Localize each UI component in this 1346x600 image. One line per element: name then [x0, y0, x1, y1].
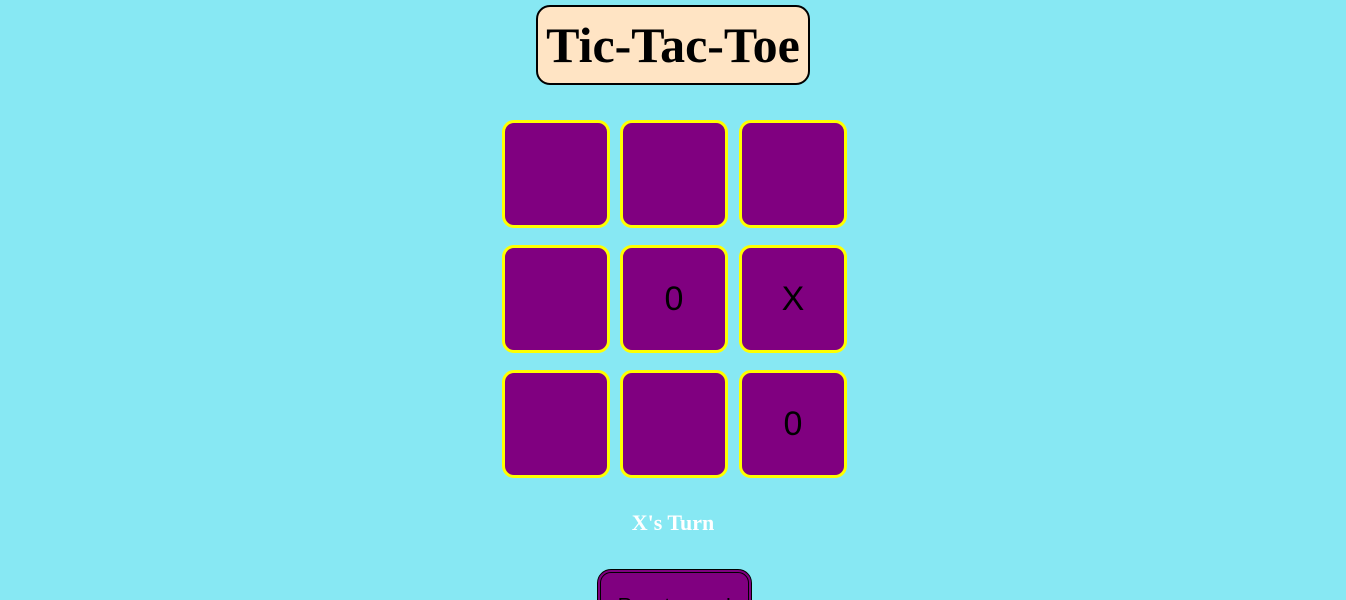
board-cell-6[interactable] — [502, 370, 610, 478]
board-cell-4[interactable]: 0 — [620, 245, 728, 353]
board-cell-7[interactable] — [620, 370, 728, 478]
board-cell-5[interactable]: X — [739, 245, 847, 353]
board-cell-2[interactable] — [739, 120, 847, 228]
board-cell-3[interactable] — [502, 245, 610, 353]
board-cell-0[interactable] — [502, 120, 610, 228]
game-title: Tic-Tac-Toe — [536, 5, 810, 85]
board-cell-8[interactable]: 0 — [739, 370, 847, 478]
turn-status: X's Turn — [631, 510, 715, 535]
game-board: 0 X 0 — [502, 120, 847, 478]
reset-game-button[interactable]: Reset game! — [597, 569, 752, 600]
game-page: Tic-Tac-Toe 0 X 0 X's Turn Reset game! — [0, 0, 1346, 600]
board-cell-1[interactable] — [620, 120, 728, 228]
